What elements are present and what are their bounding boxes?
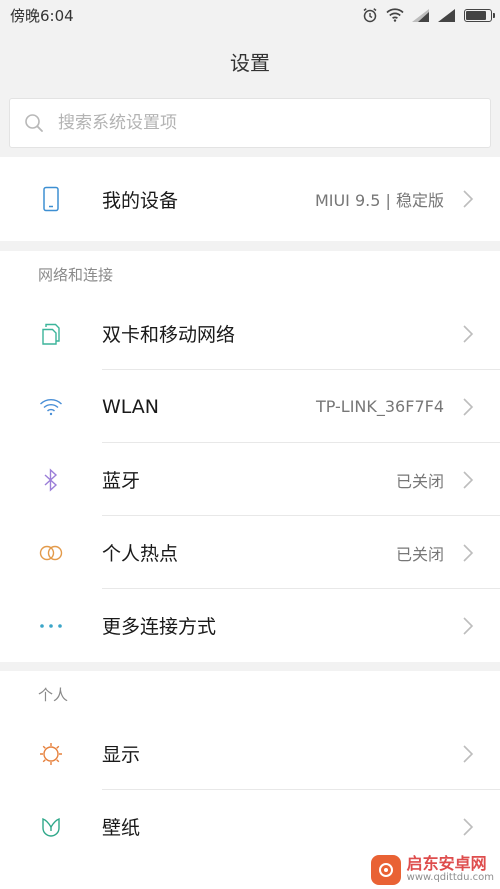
row-label: 更多连接方式 [102, 616, 217, 638]
row-value: 已关闭 [395, 544, 444, 564]
wallpaper-icon [36, 812, 66, 842]
wifi-icon [36, 392, 66, 422]
chevron-right-icon [463, 190, 474, 208]
row-label: WLAN [102, 395, 160, 418]
phone-icon [36, 184, 66, 214]
watermark-logo-icon [370, 855, 401, 885]
row-label: 壁纸 [102, 817, 141, 839]
display-brightness-icon [36, 739, 66, 769]
wifi-status-icon [386, 8, 404, 22]
row-value: TP-LINK_36F7F4 [315, 397, 444, 416]
device-value: MIUI 9.5 | 稳定版 [314, 191, 444, 210]
page-title: 设置 [230, 50, 270, 75]
battery-icon [464, 8, 495, 22]
chevron-right-icon [463, 470, 474, 489]
network-card: 双卡和移动网络 WLAN TP-LINK_36F7F4 蓝牙 已关闭 个人热点 … [0, 297, 500, 662]
search-input[interactable] [58, 113, 458, 133]
row-hotspot[interactable]: 个人热点 已关闭 [0, 516, 500, 589]
row-label: 双卡和移动网络 [102, 324, 236, 346]
title-bar: 设置 [0, 30, 500, 92]
row-label: 个人热点 [102, 543, 179, 565]
row-wallpaper[interactable]: 壁纸 [0, 790, 500, 863]
dual-sim-icon [36, 319, 66, 349]
watermark-text: 启东安卓网 www.qdittdu.com [407, 856, 494, 883]
chevron-right-icon [463, 616, 474, 635]
section-header-personal: 个人 [0, 671, 500, 717]
signal-sim1-icon [412, 8, 429, 22]
signal-sim2-icon [438, 8, 455, 22]
device-row[interactable]: 我的设备 MIUI 9.5 | 稳定版 [0, 157, 500, 241]
status-bar: 傍晚6:04 [0, 0, 500, 30]
more-dots-icon [36, 611, 66, 641]
watermark-url: www.qdittdu.com [406, 872, 494, 884]
row-dual-sim[interactable]: 双卡和移动网络 [0, 297, 500, 370]
bluetooth-icon [36, 465, 66, 495]
alarm-icon [363, 8, 377, 23]
chevron-right-icon [463, 324, 474, 343]
section-header-network: 网络和连接 [0, 251, 500, 297]
search-box[interactable] [9, 98, 491, 148]
chevron-right-icon [463, 817, 474, 836]
status-icons [362, 7, 495, 23]
row-label: 蓝牙 [102, 470, 141, 492]
row-display[interactable]: 显示 [0, 717, 500, 790]
battery-level [466, 10, 487, 20]
chevron-right-icon [463, 543, 474, 562]
watermark: 启东安卓网 www.qdittdu.com [370, 855, 494, 885]
status-time: 傍晚6:04 [10, 6, 74, 25]
chevron-right-icon [463, 397, 474, 416]
hotspot-icon [36, 538, 66, 568]
device-label: 我的设备 [102, 189, 179, 212]
row-wlan[interactable]: WLAN TP-LINK_36F7F4 [0, 370, 500, 443]
row-value: 已关闭 [395, 471, 444, 491]
device-card: 我的设备 MIUI 9.5 | 稳定版 [0, 157, 500, 241]
chevron-right-icon [463, 744, 474, 763]
search-icon [25, 114, 43, 132]
watermark-name: 启东安卓网 [406, 854, 487, 874]
row-label: 显示 [102, 744, 141, 766]
row-bluetooth[interactable]: 蓝牙 已关闭 [0, 443, 500, 516]
row-more-connections[interactable]: 更多连接方式 [0, 589, 500, 662]
